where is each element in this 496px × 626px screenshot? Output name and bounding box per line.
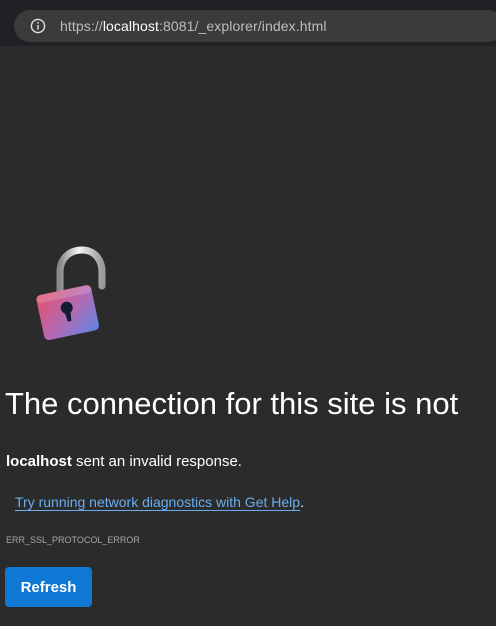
info-icon[interactable] — [30, 18, 46, 34]
error-host: localhost — [6, 453, 72, 470]
url-path: :8081/_explorer/index.html — [158, 18, 327, 34]
help-line: Try running network diagnostics with Get… — [15, 494, 304, 510]
error-message: localhost sent an invalid response. — [6, 453, 242, 470]
error-message-text: sent an invalid response. — [71, 453, 242, 470]
unlocked-padlock-icon — [26, 244, 112, 344]
address-url[interactable]: https://localhost:8081/_explorer/index.h… — [60, 18, 327, 34]
help-suffix: . — [300, 494, 304, 510]
url-host: localhost — [102, 18, 159, 34]
address-bar[interactable]: https://localhost:8081/_explorer/index.h… — [14, 10, 496, 42]
url-scheme: https:// — [60, 18, 103, 34]
refresh-button[interactable]: Refresh — [5, 567, 92, 607]
get-help-link[interactable]: Try running network diagnostics with Get… — [15, 494, 300, 510]
error-headline: The connection for this site is not — [5, 386, 459, 421]
error-code: ERR_SSL_PROTOCOL_ERROR — [6, 535, 140, 545]
